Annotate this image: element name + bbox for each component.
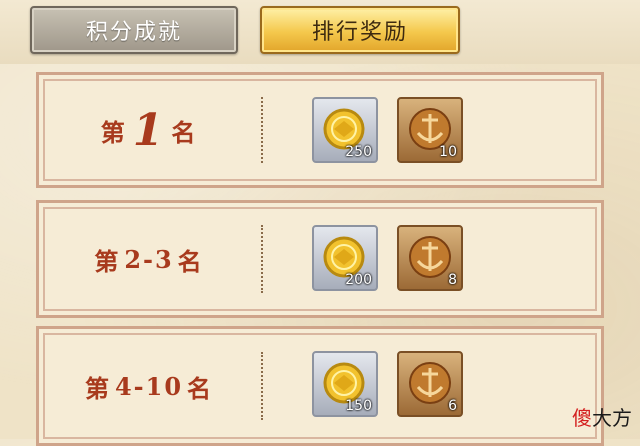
row-divider <box>261 351 263 421</box>
rank-label: 第1名 <box>39 75 259 185</box>
rank-label: 第 2-3 名 <box>39 203 259 315</box>
rank-prefix: 第 <box>94 246 121 276</box>
reward-count: 10 <box>439 144 457 160</box>
reward-slot-coin[interactable]: 250 <box>312 97 378 163</box>
rank-suffix: 名 <box>171 117 198 147</box>
rank-suffix: 名 <box>187 373 214 403</box>
tab-ranking-rewards[interactable]: 排行奖励 <box>260 6 460 54</box>
watermark-first-char: 傻 <box>572 406 592 430</box>
tab-bar: 积分成就 排行奖励 <box>0 0 640 64</box>
rank-row-2: 第 2-3 名 200 8 <box>36 200 604 318</box>
rank-number: 1 <box>132 104 166 156</box>
reward-slot-anchor[interactable]: 10 <box>397 97 463 163</box>
row-divider <box>261 225 263 293</box>
watermark: 傻大方 <box>572 402 632 431</box>
reward-count: 150 <box>345 398 372 414</box>
row-divider <box>261 97 263 163</box>
reward-slot-coin[interactable]: 150 <box>312 351 378 417</box>
reward-slot-anchor[interactable]: 6 <box>397 351 463 417</box>
watermark-rest: 大方 <box>592 406 632 430</box>
reward-count: 6 <box>448 398 457 414</box>
reward-count: 200 <box>345 272 372 288</box>
rank-number: 4-10 <box>114 371 184 401</box>
rank-row-3: 第 4-10 名 150 6 <box>36 326 604 446</box>
rank-prefix: 第 <box>100 117 127 147</box>
rank-label: 第 4-10 名 <box>39 329 259 443</box>
reward-count: 8 <box>448 272 457 288</box>
rank-prefix: 第 <box>84 373 111 403</box>
tab-points-achievement[interactable]: 积分成就 <box>30 6 238 54</box>
reward-slot-anchor[interactable]: 8 <box>397 225 463 291</box>
rank-number: 2-3 <box>124 244 174 274</box>
rank-suffix: 名 <box>177 246 204 276</box>
rank-row-1: 第1名 250 10 <box>36 72 604 188</box>
reward-slot-coin[interactable]: 200 <box>312 225 378 291</box>
reward-count: 250 <box>345 144 372 160</box>
